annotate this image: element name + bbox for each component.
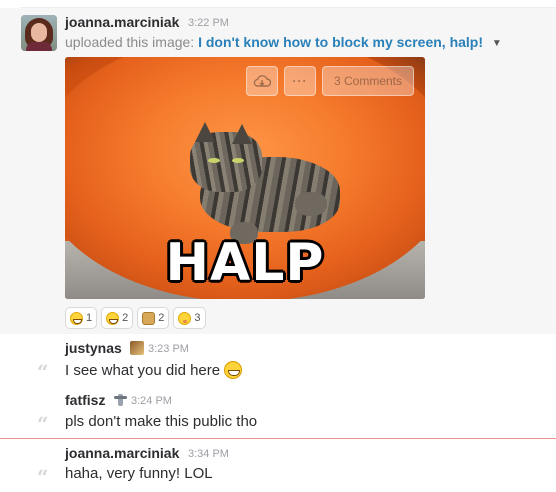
more-actions-button[interactable]: ··· [284, 66, 316, 96]
quote-icon: “ [37, 360, 49, 384]
file-title-link[interactable]: I don't know how to block my screen, hal… [198, 34, 483, 50]
smile-icon [224, 361, 243, 379]
grinning-face-icon [70, 311, 83, 325]
comment-text: I see what you did here [65, 361, 243, 379]
reaction-count: 3 [194, 312, 201, 324]
upload-description: uploaded this image: I don't know how to… [65, 34, 502, 50]
quote-icon: “ [37, 465, 49, 489]
comment-author[interactable]: fatfisz [65, 392, 105, 408]
download-button[interactable] [246, 66, 278, 96]
previous-message-edge [0, 0, 556, 8]
shushing-face-icon [178, 311, 192, 325]
tears-of-joy-icon [106, 311, 120, 325]
comments-button[interactable]: 3 Comments [322, 66, 414, 96]
reaction-grinning[interactable]: 1 [65, 307, 98, 329]
chevron-down-icon[interactable]: ▼ [492, 38, 502, 49]
image-caption: HALP [165, 233, 325, 293]
comment-timestamp[interactable]: 3:24 PM [131, 395, 172, 407]
cat-picture [190, 122, 340, 244]
doge-icon [142, 311, 156, 325]
uploaded-image[interactable]: HALP ··· 3 Comments [65, 57, 425, 299]
comment-text: pls don't make this public tho [65, 413, 258, 430]
unicorn-status-icon [114, 393, 127, 407]
reactions-bar: 1 2 2 3 [65, 307, 206, 329]
ellipsis-icon: ··· [292, 74, 308, 88]
upload-action-text: uploaded this image: [65, 34, 195, 50]
file-comment: fatfisz 3:24 PM “ pls don't make this pu… [0, 386, 556, 438]
file-comment: joanna.marciniak 3:34 PM “ haha, very fu… [0, 439, 556, 492]
message-timestamp[interactable]: 3:22 PM [188, 17, 229, 29]
comment-text: haha, very funny! LOL [65, 465, 213, 482]
avatar[interactable] [21, 15, 57, 51]
quote-icon: “ [37, 412, 49, 436]
comment-author[interactable]: joanna.marciniak [65, 445, 179, 461]
reaction-doge[interactable]: 2 [137, 307, 170, 329]
comment-timestamp[interactable]: 3:23 PM [148, 343, 189, 355]
file-comment: justynas 3:23 PM “ I see what you did he… [0, 334, 556, 386]
reaction-shushing[interactable]: 3 [173, 307, 206, 329]
cat-status-icon [130, 341, 144, 355]
comment-timestamp[interactable]: 3:34 PM [188, 448, 229, 460]
reaction-tears-of-joy[interactable]: 2 [101, 307, 134, 329]
reaction-count: 2 [122, 312, 129, 324]
comment-author[interactable]: justynas [65, 340, 122, 356]
reaction-count: 1 [86, 312, 93, 324]
reaction-count: 2 [158, 312, 165, 324]
file-upload-message: joanna.marciniak 3:22 PM uploaded this i… [0, 8, 556, 334]
message-author[interactable]: joanna.marciniak [65, 14, 179, 30]
cloud-download-icon [253, 75, 271, 87]
